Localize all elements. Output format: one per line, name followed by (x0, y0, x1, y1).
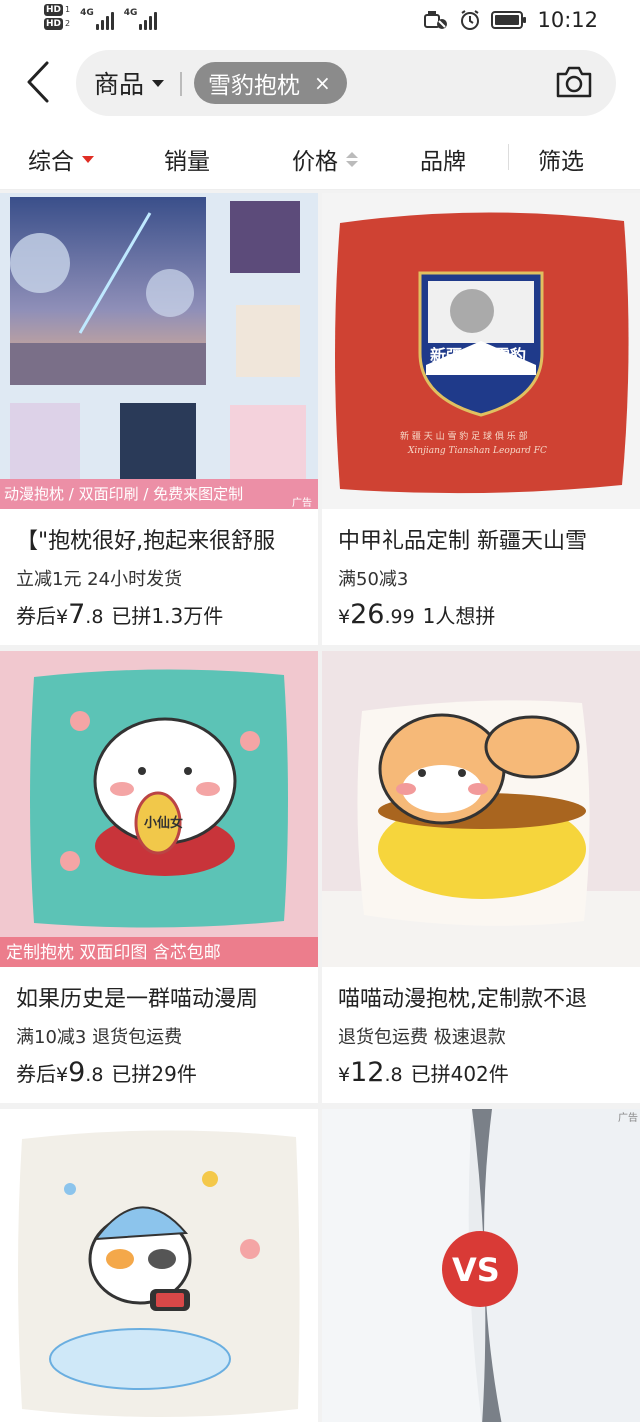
status-bar: HD 1 HD 2 4G 4G 10:12 (0, 0, 640, 44)
filter-screen-label: 筛选 (538, 149, 584, 175)
camera-icon (556, 66, 592, 98)
sort-filter-bar: 综合 销量 价格 品牌 筛选 (0, 126, 640, 190)
search-bar[interactable]: 商品 雪豹抱枕 × (76, 50, 616, 116)
sort-sales-label: 销量 (164, 149, 210, 175)
product-tags: 满50减3 (338, 569, 409, 590)
product-price: ¥ 26 .99 1人想拼 (338, 599, 495, 630)
product-title: 【"抱枕很好,抱起来很舒服 (16, 529, 276, 554)
price-decimal: .8 (384, 1064, 403, 1086)
caret-down-icon (82, 155, 94, 163)
ad-badge: 广告 (618, 1111, 638, 1124)
clear-query-icon[interactable]: × (314, 73, 331, 93)
sort-arrows-icon (346, 151, 358, 167)
product-price: ¥ 12 .8 已拼402件 (338, 1057, 509, 1088)
clock: 10:12 (537, 8, 598, 32)
filter-brand[interactable]: 品牌 (420, 142, 466, 176)
status-left: HD 1 HD 2 4G 4G (44, 4, 158, 30)
image-banner-text: 定制抱枕 双面印图 含芯包邮 (6, 943, 221, 963)
signal-1-label: 4G (80, 8, 94, 18)
product-card[interactable]: VS 广告 (322, 1109, 640, 1422)
charm-text: 小仙女 (144, 815, 183, 831)
sold-count: 已拼402件 (410, 1062, 509, 1086)
product-image: 动漫抱枕 / 双面印刷 / 免费来图定制 广告 (0, 193, 318, 509)
currency-symbol: ¥ (56, 1064, 69, 1086)
logo-since: SINCE (426, 369, 441, 375)
filter-screen[interactable]: 筛选 (538, 142, 584, 176)
price-prefix: 券后 (16, 1062, 56, 1086)
price-integer: 26 (350, 599, 385, 630)
query-chip[interactable]: 雪豹抱枕 × (194, 62, 347, 104)
ad-badge: 广告 (292, 496, 312, 509)
signal-2-label: 4G (123, 8, 138, 18)
product-title: 如果历史是一群喵动漫周 (16, 987, 259, 1012)
product-card[interactable] (0, 1109, 318, 1422)
search-header: 商品 雪豹抱枕 × (0, 44, 640, 126)
price-prefix: 券后 (16, 604, 56, 628)
hd1-sub: 1 (65, 5, 71, 14)
product-card[interactable]: 小仙女 定制抱枕 双面印图 含芯包邮 如果历史是一群喵动漫周 满10减3 退货包… (0, 651, 318, 1103)
product-image (322, 651, 640, 967)
pillow-en-text: Xinjiang Tianshan Leopard FC (407, 446, 547, 456)
logo-year: 2014 (522, 369, 535, 375)
currency-symbol: ¥ (56, 606, 69, 628)
currency-symbol: ¥ (338, 606, 351, 628)
battery-icon (491, 11, 527, 29)
category-label: 商品 (94, 70, 145, 99)
price-integer: 12 (350, 1057, 385, 1088)
hd1-badge: HD (44, 4, 64, 16)
product-price: 券后 ¥ 9 .8 已拼29件 (16, 1057, 197, 1088)
price-decimal: .8 (85, 1064, 104, 1086)
alarm-icon (461, 10, 480, 30)
search-divider (180, 72, 182, 96)
chevron-left-icon (27, 61, 49, 103)
hd2-indicator: HD 2 (44, 18, 70, 30)
signal-icon-1: 4G (80, 8, 114, 30)
sold-count: 1人想拼 (422, 604, 496, 628)
filter-brand-label: 品牌 (420, 149, 466, 175)
sold-count: 已拼1.3万件 (111, 604, 224, 628)
product-tags: 满10减3 退货包运费 (16, 1027, 183, 1048)
signal-icon-2: 4G (124, 8, 158, 30)
pillow-cn-text: 新 疆 天 山 雪 豹 足 球 俱 乐 部 (400, 430, 528, 442)
product-tags: 立减1元 24小时发货 (16, 569, 183, 590)
product-tags: 退货包运费 极速退款 (338, 1027, 506, 1048)
product-price: 券后 ¥ 7 .8 已拼1.3万件 (16, 599, 223, 630)
logo-sub-text: FOOTBALL CLUB (460, 368, 509, 375)
sort-price-label: 价格 (292, 149, 338, 175)
price-integer: 9 (68, 1057, 86, 1088)
hd2-badge: HD (44, 18, 64, 30)
image-banner-text: 动漫抱枕 / 双面印刷 / 免费来图定制 (4, 485, 243, 503)
query-chip-text: 雪豹抱枕 (208, 73, 300, 99)
camera-search-button[interactable] (554, 64, 594, 102)
vibrate-bell-icon (424, 11, 448, 29)
back-button[interactable] (18, 58, 58, 106)
product-card[interactable]: 新疆天山雪豹 FOOTBALL CLUB SINCE 2014 新 疆 天 山 … (322, 193, 640, 645)
filter-separator (508, 144, 509, 170)
hd1-indicator: HD 1 (44, 4, 70, 16)
product-image: 新疆天山雪豹 FOOTBALL CLUB SINCE 2014 新 疆 天 山 … (322, 193, 640, 509)
product-image: VS 广告 (322, 1109, 640, 1422)
price-decimal: .99 (384, 606, 415, 628)
sort-comprehensive-label: 综合 (28, 149, 74, 175)
price-integer: 7 (68, 599, 86, 630)
product-card[interactable]: 喵喵动漫抱枕,定制款不退 退货包运费 极速退款 ¥ 12 .8 已拼402件 (322, 651, 640, 1103)
sort-comprehensive[interactable]: 综合 (28, 142, 94, 176)
product-image: 小仙女 定制抱枕 双面印图 含芯包邮 (0, 651, 318, 967)
product-title: 喵喵动漫抱枕,定制款不退 (338, 987, 587, 1012)
product-card[interactable]: 动漫抱枕 / 双面印刷 / 免费来图定制 广告 【"抱枕很好,抱起来很舒服 立减… (0, 193, 318, 645)
sort-price[interactable]: 价格 (292, 142, 358, 176)
sort-sales[interactable]: 销量 (164, 142, 210, 176)
product-title: 中甲礼品定制 新疆天山雪 (338, 529, 587, 554)
sold-count: 已拼29件 (111, 1062, 197, 1086)
product-image (0, 1109, 318, 1422)
caret-down-icon (152, 79, 165, 87)
status-right: 10:12 (423, 8, 598, 32)
hd2-sub: 2 (65, 19, 71, 28)
price-decimal: .8 (85, 606, 104, 628)
category-dropdown[interactable]: 商品 (94, 62, 165, 104)
logo-text: 新疆天山雪豹 (430, 346, 526, 365)
currency-symbol: ¥ (338, 1064, 351, 1086)
vs-text: VS (452, 1251, 500, 1289)
